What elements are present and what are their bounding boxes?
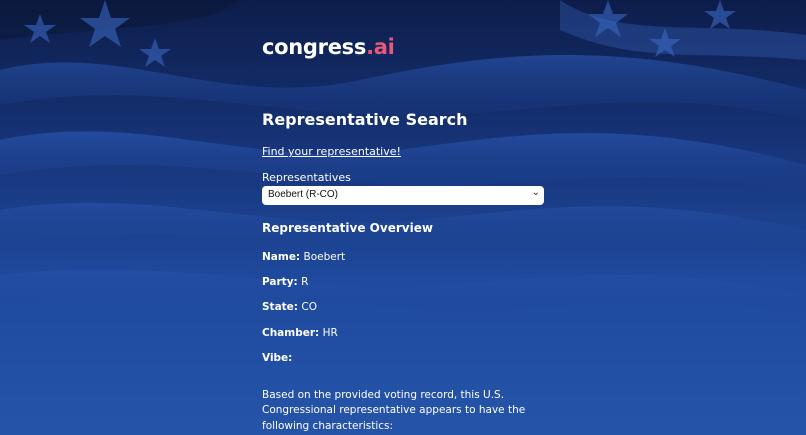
field-label: Chamber:: [262, 327, 320, 339]
find-representative-link[interactable]: Find your representative!: [262, 145, 401, 158]
representatives-select[interactable]: Boebert (R-CO) ⌄: [262, 186, 544, 205]
field-value: Boebert: [303, 251, 346, 263]
field-value: R: [301, 276, 309, 288]
brand-name: congress: [262, 35, 367, 59]
page-title: Representative Search: [262, 110, 468, 129]
field-state: State: CO: [262, 301, 317, 313]
overview-title: Representative Overview: [262, 221, 433, 235]
field-value: CO: [301, 301, 317, 313]
representatives-label: Representatives: [262, 171, 351, 184]
field-chamber: Chamber: HR: [262, 327, 338, 339]
brand-suffix: .ai: [366, 35, 395, 59]
overview-description: Based on the provided voting record, thi…: [262, 388, 526, 432]
field-party: Party: R: [262, 276, 308, 288]
field-label: State:: [262, 301, 299, 313]
field-label: Vibe:: [262, 352, 293, 364]
field-value: HR: [322, 327, 338, 339]
flag-background: [0, 0, 806, 315]
field-label: Name:: [262, 251, 301, 263]
star-icon: [704, 0, 736, 29]
field-label: Party:: [262, 276, 298, 288]
chevron-updown-icon: ⌄: [531, 187, 540, 198]
field-name: Name: Boebert: [262, 251, 345, 263]
star-icon: [139, 38, 171, 67]
representatives-select-value: Boebert (R-CO): [268, 189, 339, 200]
field-vibe: Vibe:: [262, 352, 292, 364]
brand-logo[interactable]: congress.ai: [262, 35, 395, 59]
